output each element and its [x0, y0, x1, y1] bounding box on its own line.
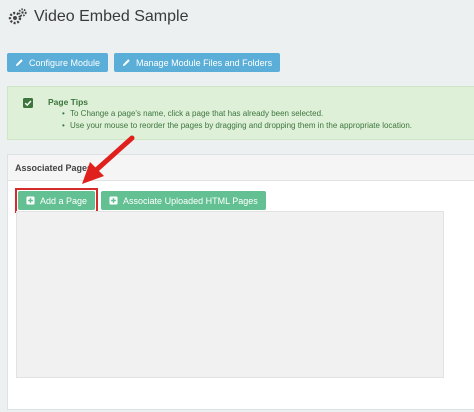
panel-toolbar: Add a Page Associate Uploaded HTML Pages [15, 188, 266, 213]
associate-html-button[interactable]: Associate Uploaded HTML Pages [101, 191, 266, 210]
plus-icon [109, 196, 118, 205]
add-page-button[interactable]: Add a Page [18, 191, 96, 210]
module-toolbar: Configure Module Manage Module Files and… [7, 53, 281, 72]
tips-list: To Change a page's name, click a page th… [62, 108, 412, 132]
pages-list[interactable] [16, 211, 444, 378]
pencil-icon [122, 59, 130, 67]
gears-icon [8, 8, 27, 25]
configure-module-button[interactable]: Configure Module [7, 53, 109, 72]
tips-title: Page Tips [48, 97, 88, 107]
manage-files-button[interactable]: Manage Module Files and Folders [114, 53, 281, 72]
pencil-icon [15, 59, 23, 67]
configure-module-label: Configure Module [29, 57, 101, 68]
panel-heading: Associated Pages [8, 155, 474, 181]
add-page-label: Add a Page [40, 195, 88, 206]
page-title: Video Embed Sample [34, 8, 189, 25]
check-icon [23, 98, 33, 108]
tip-item: Use your mouse to reorder the pages by d… [62, 120, 412, 132]
page-header: Video Embed Sample [8, 7, 188, 27]
manage-files-label: Manage Module Files and Folders [136, 57, 273, 68]
associated-pages-panel: Associated Pages Add a Page Associate Up… [7, 154, 474, 410]
associate-html-label: Associate Uploaded HTML Pages [123, 195, 258, 206]
add-page-highlight: Add a Page [15, 188, 99, 213]
page-tips-alert: Page Tips To Change a page's name, click… [7, 86, 474, 140]
tip-item: To Change a page's name, click a page th… [62, 108, 412, 120]
plus-icon [26, 196, 35, 205]
